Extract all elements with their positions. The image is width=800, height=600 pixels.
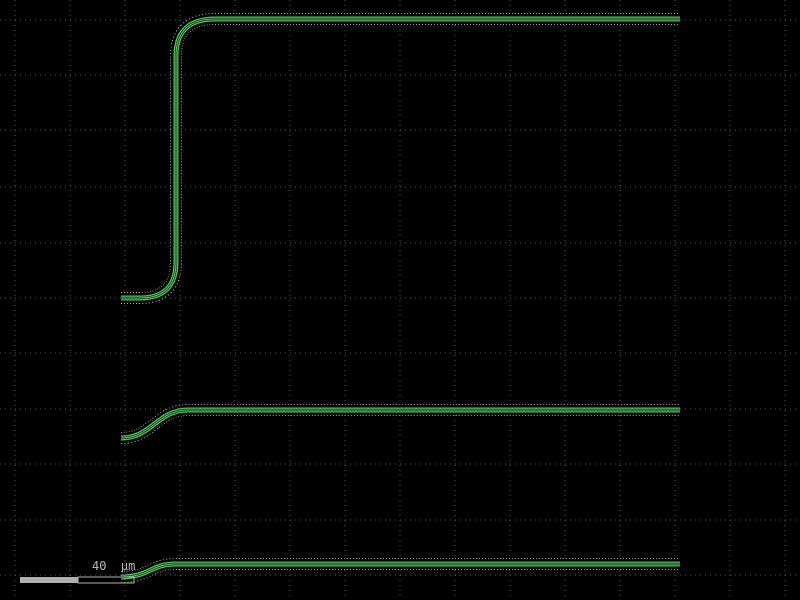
scale-bar-unit: µm xyxy=(120,559,136,573)
layout-canvas[interactable] xyxy=(0,0,800,600)
scale-bar-label: 40 µm xyxy=(92,559,135,573)
scale-bar-fill xyxy=(20,577,78,583)
scale-bar-value: 40 xyxy=(92,559,107,573)
